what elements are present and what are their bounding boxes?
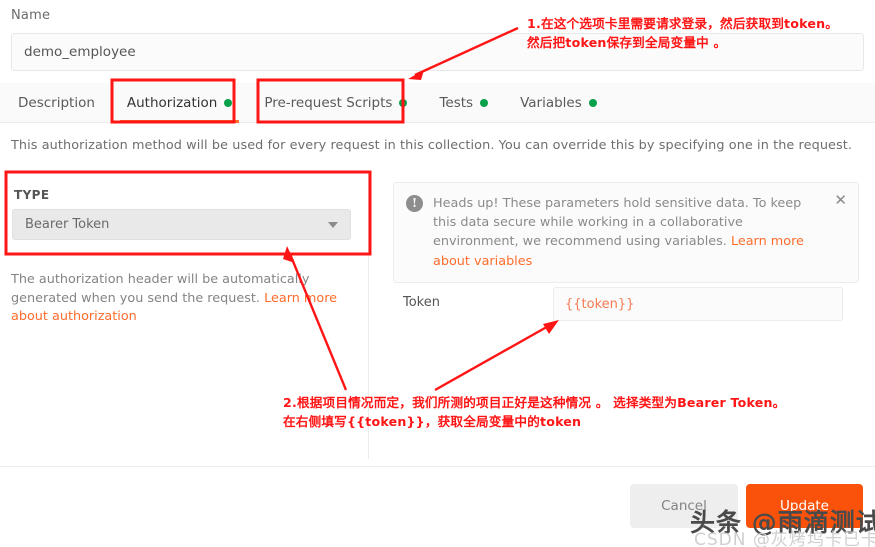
annotation-text-1: 1.在这个选项卡里需要请求登录，然后获取到token。 然后把token保存到全… — [527, 15, 838, 53]
annotation-text-2: 2.根据项目情况而定，我们所测的项目正好是这种情况 。 选择类型为Bearer … — [283, 394, 785, 432]
auth-help-text: The authorization header will be automat… — [11, 271, 341, 327]
tab-variables[interactable]: Variables — [504, 83, 613, 123]
tab-tests[interactable]: Tests — [423, 83, 504, 123]
watermark-secondary: CSDN @灰烤坞卡已卡 — [694, 530, 875, 547]
sensitive-data-notice: ! Heads up! These parameters hold sensit… — [393, 182, 859, 283]
annotation-arrow-2b — [434, 322, 553, 392]
tab-description[interactable]: Description — [0, 83, 111, 123]
footer-divider — [0, 466, 875, 467]
notice-text: Heads up! These parameters hold sensitiv… — [433, 194, 823, 271]
auth-type-select[interactable]: Bearer Token — [12, 209, 351, 240]
token-label: Token — [403, 295, 440, 310]
chevron-down-icon — [328, 221, 338, 228]
tab-pre-request-scripts-label: Pre-request Scripts — [264, 94, 393, 111]
annotation-arrow-1-head — [408, 70, 424, 80]
postman-collection-auth-panel: Name demo_employee Description Authoriza… — [0, 0, 875, 547]
tab-authorization-label: Authorization — [126, 94, 218, 111]
name-label: Name — [11, 8, 51, 23]
token-value: {{token}} — [565, 296, 635, 312]
annotation-arrow-2a-head — [283, 246, 295, 263]
tab-pre-request-scripts[interactable]: Pre-request Scripts — [248, 83, 423, 123]
type-label: TYPE — [14, 188, 50, 202]
status-dot-icon — [588, 98, 597, 107]
annotation-text-2-line-2: 在右侧填写{{token}}，获取全局变量中的token — [283, 413, 582, 429]
annotation-text-1-line-1: 1.在这个选项卡里需要请求登录，然后获取到token。 — [527, 16, 839, 31]
auth-description-text: This authorization method will be used f… — [11, 138, 853, 153]
exclamation-circle-icon: ! — [406, 195, 423, 212]
status-dot-icon — [399, 98, 408, 107]
tab-bar: Description Authorization Pre-request Sc… — [0, 83, 875, 123]
annotation-text-2-line-1: 2.根据项目情况而定，我们所测的项目正好是这种情况 。 选择类型为Bearer … — [283, 395, 786, 410]
status-dot-icon — [480, 98, 489, 107]
token-input[interactable]: {{token}} — [553, 287, 843, 321]
tab-description-label: Description — [18, 94, 95, 111]
annotation-arrow-2b-head — [543, 320, 559, 334]
close-icon[interactable]: ✕ — [834, 193, 847, 208]
tab-variables-label: Variables — [520, 94, 582, 111]
auth-type-value: Bearer Token — [25, 217, 110, 232]
collection-name-value: demo_employee — [24, 44, 136, 60]
status-dot-icon — [224, 98, 233, 107]
annotation-text-1-line-2: 然后把token保存到全局变量中 。 — [527, 34, 727, 50]
tab-authorization[interactable]: Authorization — [111, 83, 248, 123]
tab-tests-label: Tests — [439, 94, 474, 111]
